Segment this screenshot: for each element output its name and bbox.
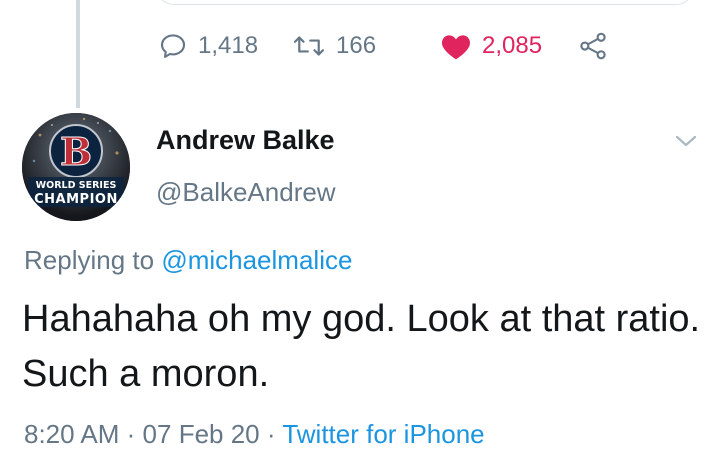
quoted-tweet-card-edge[interactable] [156, 0, 694, 5]
thread-connector-line [76, 0, 80, 108]
like-count: 2,085 [482, 32, 543, 59]
replying-to-label: Replying to [24, 245, 155, 275]
reply-icon [158, 31, 188, 61]
reply-count: 1,418 [198, 32, 259, 59]
meta-separator: · [266, 419, 276, 449]
replying-to-line: Replying to @michaelmalice [24, 245, 352, 276]
tweet-time[interactable]: 8:20 AM [24, 419, 119, 449]
tweet-date[interactable]: 07 Feb 20 [143, 419, 260, 449]
tweet-options-button[interactable] [674, 132, 698, 155]
share-icon [578, 31, 608, 61]
like-button[interactable]: 2,085 [440, 28, 542, 64]
avatar-banner-bottom: CHAMPION [34, 192, 118, 207]
share-button[interactable] [578, 28, 608, 64]
reply-button[interactable]: 1,418 [158, 28, 258, 64]
avatar[interactable]: B WORLD SERIES CHAMPION [22, 113, 130, 221]
chevron-down-icon [674, 135, 698, 154]
author-handle[interactable]: @BalkeAndrew [156, 177, 336, 208]
tweet-source[interactable]: Twitter for iPhone [282, 419, 484, 449]
retweet-icon [292, 31, 326, 61]
author-name[interactable]: Andrew Balke [156, 125, 335, 156]
heart-icon [440, 31, 472, 61]
retweet-button[interactable]: 166 [292, 28, 376, 64]
meta-separator: · [126, 419, 136, 449]
tweet-metadata: 8:20 AM · 07 Feb 20 · Twitter for iPhone [24, 419, 485, 450]
tweet-text: Hahahaha oh my god. Look at that ratio. … [22, 298, 701, 395]
replying-to-mention[interactable]: @michaelmalice [161, 245, 352, 275]
retweet-count: 166 [336, 32, 377, 59]
avatar-logo-letter: B [60, 129, 92, 174]
avatar-banner-top: WORLD SERIES [36, 180, 117, 191]
